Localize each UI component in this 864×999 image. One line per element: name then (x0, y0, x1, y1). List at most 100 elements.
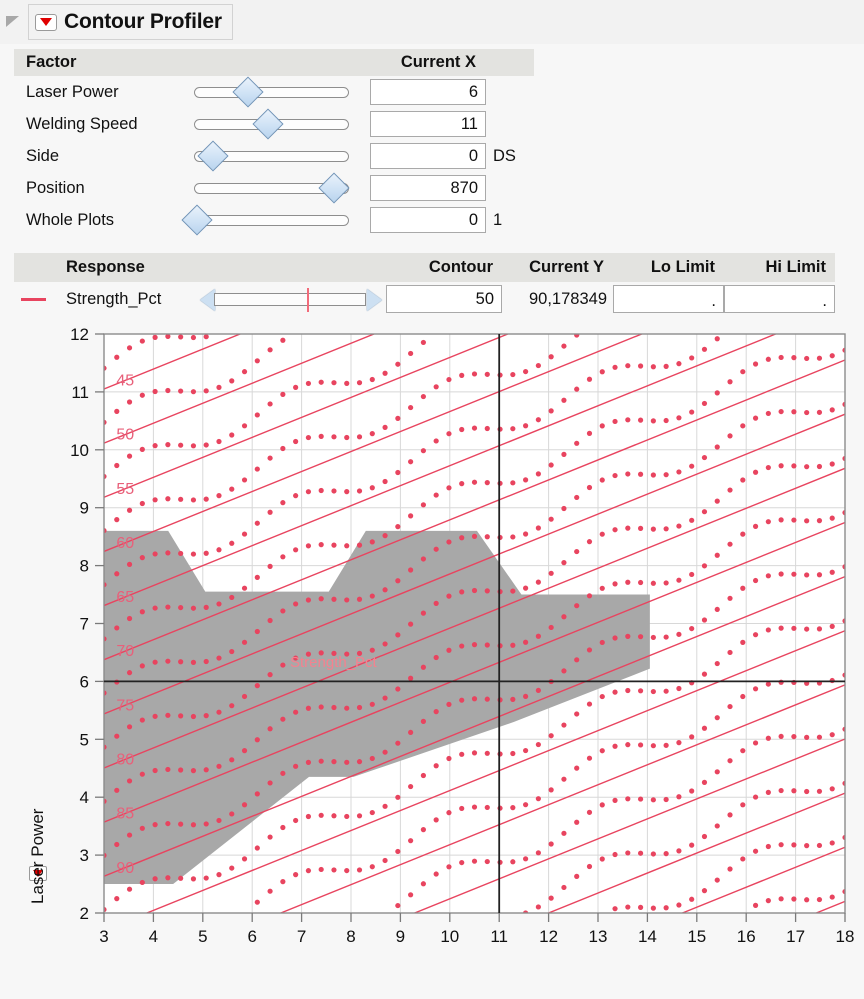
slider-track[interactable] (194, 87, 349, 98)
y-tick-3: 3 (80, 846, 89, 865)
y-tick-7: 7 (80, 615, 89, 634)
factor-label-laser-power: Laser Power (26, 82, 119, 101)
contour-value-field[interactable]: 50 (386, 285, 502, 313)
factor-slider-laser-power[interactable] (180, 76, 370, 108)
response-label-strength-pct: Strength_Pct (66, 289, 162, 308)
slider-thumb[interactable] (197, 140, 229, 172)
contour-label-85: 85 (116, 806, 134, 823)
y-tick-11: 11 (71, 383, 89, 402)
red-triangle-menu-icon[interactable] (35, 13, 57, 31)
contour-plot-svg[interactable]: 45505560657075808590 3 4 5 6 7 8 9 10 11 12 13 14 15… (0, 316, 864, 999)
panel-title-box: Contour Profiler (28, 4, 233, 40)
contour-label-55: 55 (116, 481, 134, 498)
current-x-position[interactable]: 870 (370, 175, 486, 201)
factor-table: Factor Current X Laser Power 6 Welding S… (14, 49, 534, 236)
response-color-swatch (14, 297, 52, 301)
column-header-slider (196, 253, 386, 282)
column-header-slider (180, 49, 370, 76)
series-label: Strength_Pct (290, 654, 378, 671)
table-row: Welding Speed 11 (14, 108, 534, 140)
y-tick-12: 12 (70, 325, 89, 344)
column-header-response: Response (52, 253, 196, 282)
contour-label-80: 80 (116, 751, 134, 768)
factor-label-whole-plots: Whole Plots (26, 210, 115, 229)
slider-track[interactable] (214, 293, 366, 306)
x-tick-5: 5 (198, 927, 207, 946)
slider-thumb[interactable] (181, 204, 213, 236)
contour-label-60: 60 (116, 535, 134, 552)
table-row: Side 0 DS (14, 140, 534, 172)
factor-label-side: Side (26, 146, 60, 165)
slider-thumb[interactable] (232, 76, 264, 108)
y-tick-6: 6 (80, 672, 89, 691)
range-handle-right-icon[interactable] (367, 289, 382, 311)
current-value-marker (307, 288, 309, 312)
x-tick-12: 12 (539, 927, 558, 946)
factor-slider-position[interactable] (180, 172, 370, 204)
slider-thumb[interactable] (318, 172, 350, 204)
y-tick-2: 2 (80, 904, 89, 923)
x-tick-10: 10 (440, 927, 459, 946)
column-header-contour: Contour (386, 253, 502, 282)
contour-range-slider[interactable] (196, 282, 386, 316)
contour-label-90: 90 (116, 860, 134, 877)
contour-label-65: 65 (116, 589, 134, 606)
factor-label-position: Position (26, 178, 85, 197)
response-table-header: Response Contour Current Y Lo Limit Hi L… (14, 253, 835, 282)
range-handle-left-icon[interactable] (200, 289, 215, 311)
factor-slider-welding-speed[interactable] (180, 108, 370, 140)
contour-label-70: 70 (116, 643, 134, 660)
table-row: Strength_Pct 50 90,178349 . . (14, 282, 835, 316)
column-header-extra (486, 49, 534, 76)
x-tick-8: 8 (346, 927, 355, 946)
factor-label-welding-speed: Welding Speed (26, 114, 138, 133)
x-tick-13: 13 (589, 927, 608, 946)
factor-slider-side[interactable] (180, 140, 370, 172)
y-tick-4: 4 (80, 788, 89, 807)
column-header-factor: Factor (14, 49, 180, 76)
table-row: Position 870 (14, 172, 534, 204)
column-header-marker (14, 253, 52, 282)
x-tick-3: 3 (99, 927, 108, 946)
x-tick-18: 18 (836, 927, 855, 946)
x-tick-16: 16 (737, 927, 756, 946)
contour-plot: Laser Power 45 50 55 60 65 70 75 80 85 90 3456789… (0, 316, 864, 999)
contour-profiler-panel: Contour Profiler Factor Current X Laser … (0, 0, 864, 999)
table-row: Laser Power 6 (14, 76, 534, 108)
y-tick-5: 5 (80, 730, 89, 749)
panel-title-bar: Contour Profiler (0, 0, 864, 44)
table-row: Whole Plots 0 1 (14, 204, 534, 236)
column-header-current-x: Current X (370, 49, 486, 76)
hi-limit-field[interactable]: . (724, 285, 835, 313)
lo-limit-field[interactable]: . (613, 285, 724, 313)
x-tick-4: 4 (149, 927, 158, 946)
contour-label-50: 50 (116, 427, 134, 444)
slider-thumb[interactable] (252, 108, 284, 140)
y-tick-8: 8 (80, 557, 89, 576)
column-header-current-y: Current Y (502, 253, 613, 282)
x-tick-14: 14 (638, 927, 657, 946)
slider-track[interactable] (194, 215, 349, 226)
column-header-hi-limit: Hi Limit (724, 253, 835, 282)
current-x-laser-power[interactable]: 6 (370, 79, 486, 105)
x-tick-17: 17 (786, 927, 805, 946)
x-tick-7: 7 (297, 927, 306, 946)
contour-label-75: 75 (116, 697, 134, 714)
y-tick-9: 9 (80, 499, 89, 518)
column-header-lo-limit: Lo Limit (613, 253, 724, 282)
response-table: Response Contour Current Y Lo Limit Hi L… (14, 253, 835, 316)
x-tick-11: 11 (490, 927, 508, 946)
current-x-welding-speed[interactable]: 11 (370, 111, 486, 137)
factor-extra-side: DS (493, 146, 516, 165)
contour-label-45: 45 (116, 373, 134, 390)
factor-table-header: Factor Current X (14, 49, 534, 76)
x-tick-9: 9 (396, 927, 405, 946)
current-x-whole-plots[interactable]: 0 (370, 207, 486, 233)
factor-extra-whole-plots: 1 (493, 210, 503, 229)
current-y-value: 90,178349 (529, 289, 607, 308)
x-tick-6: 6 (247, 927, 256, 946)
triangle-collapse-icon[interactable] (6, 16, 19, 27)
page-title: Contour Profiler (64, 10, 222, 33)
current-x-side[interactable]: 0 (370, 143, 486, 169)
factor-slider-whole-plots[interactable] (180, 204, 370, 236)
